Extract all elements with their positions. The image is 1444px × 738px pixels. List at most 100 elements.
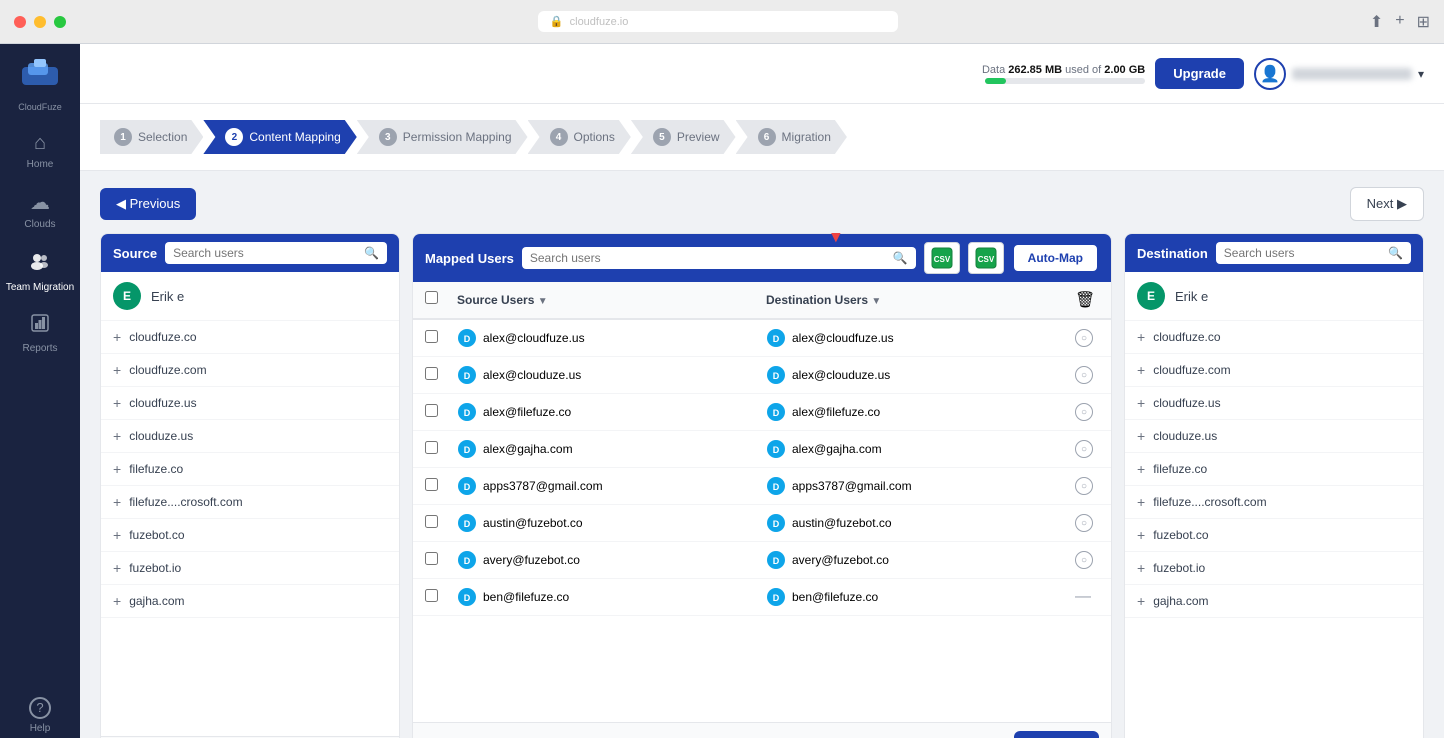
row-check-7[interactable] [425,589,438,602]
upgrade-button[interactable]: Upgrade [1155,58,1244,89]
source-panel: Source 🔍 E Erik e [100,233,400,738]
sidebar-item-clouds[interactable]: ☁ Clouds [0,180,80,240]
source-domain-3[interactable]: + clouduze.us [101,420,399,453]
source-plus-5: + [113,494,121,510]
source-domain-0[interactable]: + cloudfuze.co [101,321,399,354]
dst-email-1: D alex@clouduze.us [766,365,1067,385]
remove-row-1[interactable]: ○ [1075,366,1093,384]
source-domain-1[interactable]: + cloudfuze.com [101,354,399,387]
tabs-icon[interactable]: ⊞ [1417,12,1430,32]
new-tab-icon[interactable]: + [1395,12,1404,32]
dest-panel: Destination 🔍 E Erik e [1124,233,1424,738]
drive-icon-0: D [457,328,477,348]
source-domain-text-3: clouduze.us [129,429,193,443]
select-all-checkbox[interactable] [425,291,438,304]
sidebar-item-team-migration[interactable]: Team Migration [0,240,80,303]
source-search-input[interactable] [173,246,360,260]
source-domain-5[interactable]: + filefuze....crosoft.com [101,486,399,519]
delete-all-col[interactable]: 🗑 [1075,290,1099,310]
data-usage: Data 262.85 MB used of 2.00 GB [982,64,1145,84]
share-icon[interactable]: ⬆ [1370,12,1383,32]
svg-text:D: D [464,445,471,455]
wizard-step-1[interactable]: 1 Selection [100,120,203,154]
row-check-2[interactable] [425,404,438,417]
dest-domain-5[interactable]: + filefuze....crosoft.com [1125,486,1423,519]
window-close-btn[interactable] [14,16,26,28]
dest-domain-0[interactable]: + cloudfuze.co [1125,321,1423,354]
previous-button[interactable]: ◀ Previous [100,188,196,220]
source-domain-4[interactable]: + filefuze.co [101,453,399,486]
drive-icon-dst-5: D [766,513,786,533]
csv-export-btn[interactable]: CSV [968,242,1004,274]
row-check-5[interactable] [425,515,438,528]
trash-icon: 🗑 [1075,292,1095,309]
sidebar-item-home[interactable]: ⌂ Home [0,122,80,180]
source-domain-8[interactable]: + gajha.com [101,585,399,618]
wizard-step-3[interactable]: 3 Permission Mapping [357,120,528,154]
svg-text:D: D [464,519,471,529]
source-domain-7[interactable]: + fuzebot.io [101,552,399,585]
remove-row-3[interactable]: ○ [1075,440,1093,458]
wizard-step-4[interactable]: 4 Options [528,120,631,154]
remove-row-5[interactable]: ○ [1075,514,1093,532]
remove-row-4[interactable]: ○ [1075,477,1093,495]
row-check-6[interactable] [425,552,438,565]
remove-row-0[interactable]: ○ [1075,329,1093,347]
user-avatar: 👤 [1254,58,1286,90]
svg-text:D: D [773,371,780,381]
remove-row-6[interactable]: ○ [1075,551,1093,569]
dest-filter-icon[interactable]: ▼ [871,296,881,307]
source-search-wrap[interactable]: 🔍 [165,242,387,264]
dest-domain-6[interactable]: + fuzebot.co [1125,519,1423,552]
window-min-btn[interactable] [34,16,46,28]
wizard-step-2[interactable]: 2 Content Mapping [203,120,356,154]
dest-domain-4[interactable]: + filefuze.co [1125,453,1423,486]
address-bar[interactable]: 🔒 cloudfuze.io [538,11,898,32]
dest-plus-4: + [1137,461,1145,477]
row-check-0[interactable] [425,330,438,343]
mapped-search-input[interactable] [530,251,889,265]
drive-icon-6: D [457,550,477,570]
source-domain-2[interactable]: + cloudfuze.us [101,387,399,420]
automap-button[interactable]: Auto-Map [1012,243,1099,273]
row-check-3[interactable] [425,441,438,454]
next-button[interactable]: Next ▶ [1350,187,1424,221]
dest-user-item[interactable]: E Erik e [1125,272,1423,321]
dest-search-input[interactable] [1224,246,1384,260]
source-filter-icon[interactable]: ▼ [538,296,548,307]
remove-row-7[interactable]: — [1075,588,1091,605]
window-max-btn[interactable] [54,16,66,28]
mapped-search-icon-btn[interactable]: 🔍 [893,251,908,265]
dest-domain-3[interactable]: + clouduze.us [1125,420,1423,453]
dest-domain-2[interactable]: + cloudfuze.us [1125,387,1423,420]
mapped-row-4: D apps3787@gmail.com D apps3787@gmail.co… [413,468,1111,505]
sidebar-item-reports[interactable]: Reports [0,303,80,364]
source-plus-0: + [113,329,121,345]
dst-email-7: D ben@filefuze.co [766,587,1067,607]
step-num-2: 2 [225,128,243,146]
sidebar-item-help[interactable]: ? Help [24,689,56,738]
url-text: cloudfuze.io [570,16,629,28]
dest-domain-1[interactable]: + cloudfuze.com [1125,354,1423,387]
dest-domain-7[interactable]: + fuzebot.io [1125,552,1423,585]
row-check-1[interactable] [425,367,438,380]
source-user-item[interactable]: E Erik e [101,272,399,321]
data-used: 262.85 MB [1008,64,1062,76]
user-menu[interactable]: 👤 ▾ [1254,58,1424,90]
drive-icon-5: D [457,513,477,533]
source-domain-6[interactable]: + fuzebot.co [101,519,399,552]
csv-import-btn[interactable]: CSV [924,242,960,274]
dest-title: Destination [1137,246,1208,261]
dest-domain-text-5: filefuze....crosoft.com [1153,495,1266,509]
download-button[interactable]: Download [1014,731,1099,738]
wizard-step-6[interactable]: 6 Migration [736,120,847,154]
source-search-icon-btn[interactable]: 🔍 [364,246,379,260]
mapped-search-wrap[interactable]: 🔍 [522,247,916,269]
dest-search-wrap[interactable]: 🔍 [1216,242,1411,264]
wizard-step-5[interactable]: 5 Preview [631,120,736,154]
dest-search-icon-btn[interactable]: 🔍 [1388,246,1403,260]
remove-row-2[interactable]: ○ [1075,403,1093,421]
row-check-4[interactable] [425,478,438,491]
dest-domain-8[interactable]: + gajha.com [1125,585,1423,618]
drive-icon-dst-1: D [766,365,786,385]
